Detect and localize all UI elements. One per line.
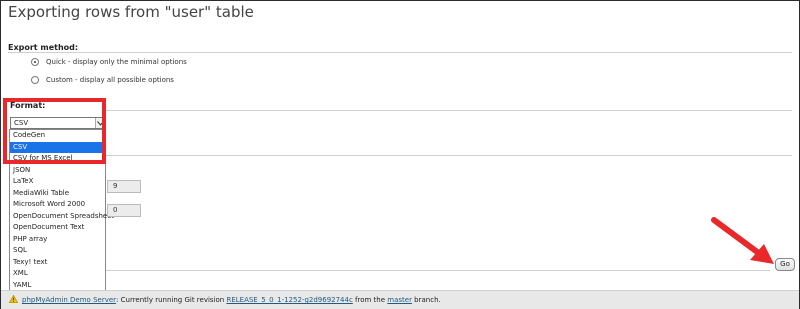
row-start-input[interactable]: 0 — [107, 204, 141, 217]
footer-text: branch. — [411, 296, 441, 304]
export-method-quick[interactable]: Quick - display only the minimal options — [31, 58, 187, 66]
revision-link[interactable]: RELEASE_5_0_1-1252-g2d9692744c — [226, 296, 352, 304]
footer-text: : Currently running Git revision — [116, 296, 227, 304]
quick-radio[interactable] — [31, 58, 39, 66]
export-method-custom[interactable]: Custom - display all possible options — [31, 76, 174, 84]
format-option[interactable]: JSON — [10, 165, 105, 177]
custom-radio[interactable] — [31, 76, 39, 84]
divider — [106, 270, 770, 271]
warning-icon — [8, 294, 19, 305]
divider — [8, 52, 792, 53]
go-button[interactable]: Go — [775, 258, 795, 271]
format-option[interactable]: OpenDocument Text — [10, 222, 105, 234]
divider — [106, 155, 792, 156]
custom-label: Custom - display all possible options — [46, 76, 174, 84]
format-option[interactable]: SQL — [10, 245, 105, 257]
format-option[interactable]: PHP array — [10, 234, 105, 246]
divider — [106, 110, 792, 111]
format-option[interactable]: XML — [10, 268, 105, 280]
format-option[interactable]: OpenDocument Spreadsheet — [10, 211, 114, 223]
row-count-input[interactable]: 9 — [107, 180, 141, 193]
footer-text: from the — [352, 296, 388, 304]
format-option[interactable]: Texy! text — [10, 257, 105, 269]
quick-label: Quick - display only the minimal options — [46, 58, 187, 66]
format-option[interactable]: Microsoft Word 2000 — [10, 199, 105, 211]
status-footer: phpMyAdmin Demo Server : Currently runni… — [1, 290, 799, 309]
format-option[interactable]: MediaWiki Table — [10, 188, 105, 200]
annotation-highlight-box — [3, 98, 106, 164]
export-method-heading: Export method: — [8, 43, 79, 52]
server-link[interactable]: phpMyAdmin Demo Server — [22, 296, 116, 304]
format-option[interactable]: LaTeX — [10, 176, 105, 188]
branch-link[interactable]: master — [387, 296, 412, 304]
page-title: Exporting rows from "user" table — [8, 3, 254, 21]
